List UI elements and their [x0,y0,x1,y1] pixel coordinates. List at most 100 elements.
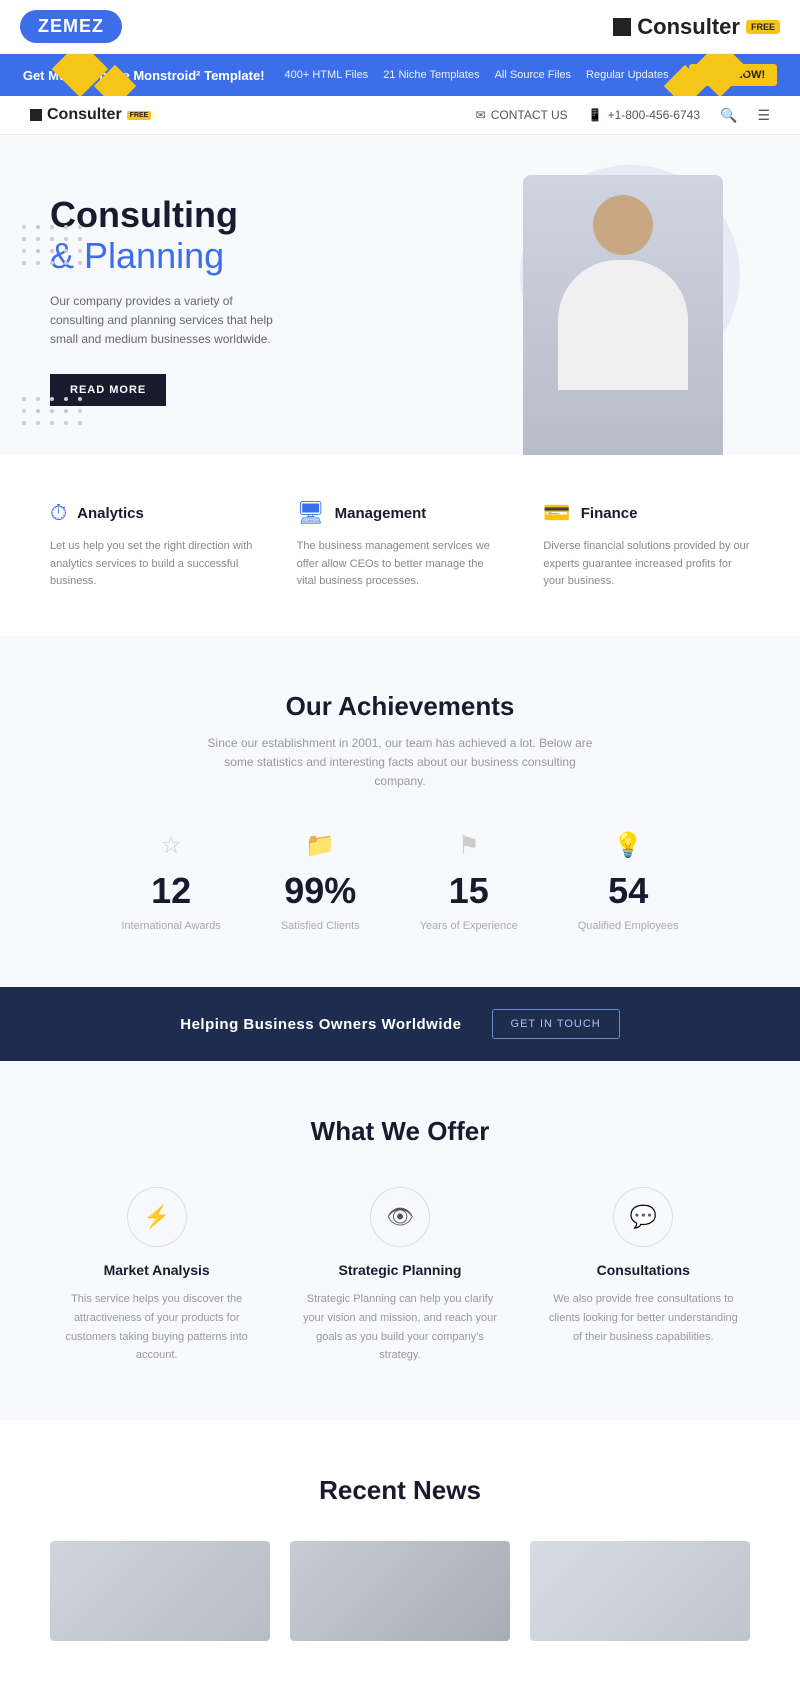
finance-desc: Diverse financial solutions provided by … [543,538,750,591]
nav-square-icon [30,109,42,121]
hero-section: Consulting & Planning Our company provid… [0,135,800,455]
cta-text: Helping Business Owners Worldwide [180,1016,461,1033]
consultations-desc: We also provide free consultations to cl… [543,1290,743,1346]
strategic-planning-desc: Strategic Planning can help you clarify … [300,1290,500,1365]
news-row [50,1541,750,1641]
offer-consultations: 💬 Consultations We also provide free con… [537,1187,750,1365]
news-card-2[interactable] [290,1541,510,1641]
achievements-title: Our Achievements [50,691,750,722]
nav-free-badge: FREE [127,111,152,120]
achievements-section: Our Achievements Since our establishment… [0,636,800,988]
awards-number: 12 [121,870,220,912]
awards-label: International Awards [121,920,220,932]
promo-stats: 400+ HTML Files 21 Niche Templates All S… [285,69,669,81]
service-analytics-header: ⏱ Analytics [50,500,257,526]
offer-market-analysis: ⚡ Market Analysis This service helps you… [50,1187,263,1365]
recent-news-section: Recent News [0,1420,800,1681]
news-card-3[interactable] [530,1541,750,1641]
experience-label: Years of Experience [420,920,518,932]
person-silhouette [523,175,723,455]
envelope-icon: ✉ [476,108,486,122]
services-section: ⏱ Analytics Let us help you set the righ… [0,455,800,636]
hero-title: Consulting & Planning [50,194,405,277]
person-body [558,260,688,390]
news-card-3-image [530,1541,750,1641]
zemez-logo[interactable]: ZEMEZ [20,10,122,43]
folder-icon: 📁 [281,831,360,860]
promo-banner: Get Multipurpose Monstroid² Template! 40… [0,54,800,96]
search-icon[interactable]: 🔍 [720,107,737,124]
cta-banner: Helping Business Owners Worldwide GET IN… [0,987,800,1061]
what-we-offer-section: What We Offer ⚡ Market Analysis This ser… [0,1061,800,1420]
nav-logo: Consulter FREE [30,106,151,124]
dots-decoration-left-bottom [22,397,84,425]
market-analysis-desc: This service helps you discover the attr… [57,1290,257,1365]
management-title: Management [335,505,427,522]
bolt-icon: ⚡ [143,1204,170,1230]
employees-label: Qualified Employees [578,920,679,932]
contact-label: CONTACT US [491,108,568,122]
consultations-title: Consultations [537,1262,750,1278]
offers-row: ⚡ Market Analysis This service helps you… [50,1187,750,1365]
offer-strategic-planning: 👁 Strategic Planning Strategic Planning … [293,1187,506,1365]
flag-icon: ⚑ [420,831,518,860]
free-badge-top: FREE [746,20,780,34]
get-in-touch-button[interactable]: GET IN TOUCH [492,1009,620,1039]
experience-number: 15 [420,870,518,912]
nav-right: ✉ CONTACT US 📱 +1-800-456-6743 🔍 ☰ [476,107,770,124]
phone-number[interactable]: 📱 +1-800-456-6743 [588,108,700,122]
stats-row: ☆ 12 International Awards 📁 99% Satisfie… [50,831,750,932]
hamburger-icon[interactable]: ☰ [757,107,770,124]
strategic-planning-title: Strategic Planning [293,1262,506,1278]
service-analytics: ⏱ Analytics Let us help you set the righ… [50,500,257,591]
finance-icon: 💳 [543,500,570,526]
consulter-logo-top: Consulter FREE [613,14,780,40]
hero-person-image [523,175,723,455]
hero-description: Our company provides a variety of consul… [50,292,290,350]
achievements-subtitle: Since our establishment in 2001, our tea… [200,734,600,792]
stat-awards: ☆ 12 International Awards [121,831,220,932]
person-head [593,195,653,255]
news-card-1[interactable] [50,1541,270,1641]
phone-icon: 📱 [588,108,603,122]
square-icon [613,18,631,36]
analytics-desc: Let us help you set the right direction … [50,538,257,591]
hero-right [445,135,800,455]
service-management-header: 🖥 Management [297,500,504,526]
management-desc: The business management services we offe… [297,538,504,591]
chat-icon: 💬 [630,1204,657,1230]
top-bar: ZEMEZ Consulter FREE [0,0,800,54]
stat-clients: 📁 99% Satisfied Clients [281,831,360,932]
clients-label: Satisfied Clients [281,920,360,932]
analytics-icon: ⏱ [50,500,67,526]
offers-title: What We Offer [50,1116,750,1147]
stat4: Regular Updates [586,69,669,81]
consultations-icon-circle: 💬 [613,1187,673,1247]
phone-text: +1-800-456-6743 [608,108,700,122]
market-analysis-title: Market Analysis [50,1262,263,1278]
stat-experience: ⚑ 15 Years of Experience [420,831,518,932]
nav-logo-label: Consulter [47,106,122,124]
strategic-planning-icon-circle: 👁 [370,1187,430,1247]
star-icon: ☆ [121,831,220,860]
employees-number: 54 [578,870,679,912]
consulter-top-label: Consulter [637,14,740,40]
finance-title: Finance [581,505,638,522]
news-card-2-image [290,1541,510,1641]
analytics-title: Analytics [77,505,144,522]
news-title: Recent News [50,1475,750,1506]
market-analysis-icon-circle: ⚡ [127,1187,187,1247]
bulb-icon: 💡 [578,831,679,860]
management-icon: 🖥 [297,500,325,526]
stat-employees: 💡 54 Qualified Employees [578,831,679,932]
clients-number: 99% [281,870,360,912]
contact-link[interactable]: ✉ CONTACT US [476,108,568,122]
news-card-1-image [50,1541,270,1641]
service-management: 🖥 Management The business management ser… [297,500,504,591]
stat1: 400+ HTML Files [285,69,369,81]
service-finance-header: 💳 Finance [543,500,750,526]
stat3: All Source Files [495,69,571,81]
dots-decoration-left-top [22,225,84,265]
service-finance: 💳 Finance Diverse financial solutions pr… [543,500,750,591]
eye-icon: 👁 [386,1204,414,1230]
